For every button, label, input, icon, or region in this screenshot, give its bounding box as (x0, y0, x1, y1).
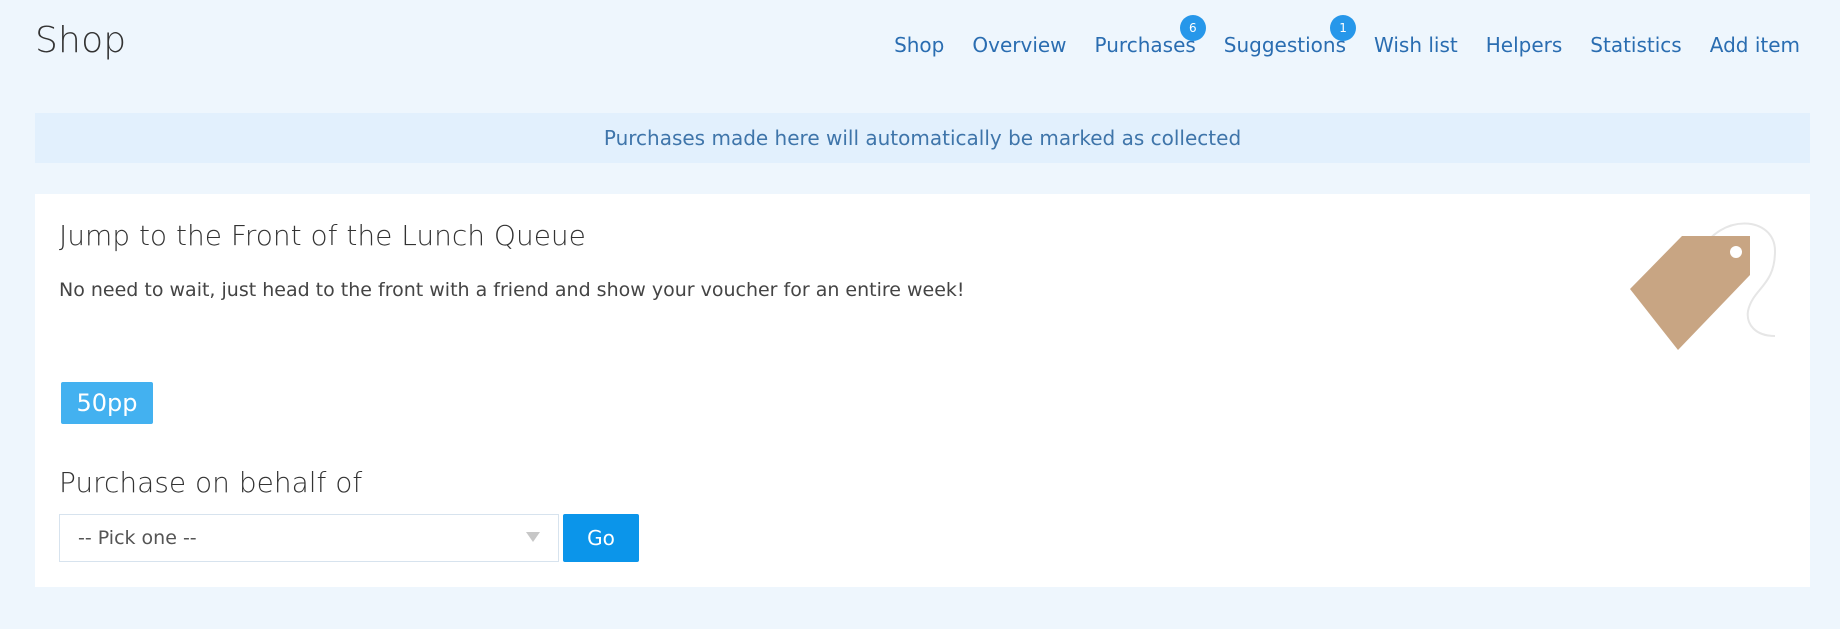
top-bar: Shop Shop Overview Purchases 6 Suggestio… (0, 0, 1840, 92)
nav-suggestions-label: Suggestions (1223, 33, 1347, 57)
recipient-select[interactable]: -- Pick one -- (59, 514, 559, 562)
purchases-count-badge: 6 (1179, 15, 1206, 41)
item-title: Jump to the Front of the Lunch Queue (59, 219, 586, 252)
go-button[interactable]: Go (563, 514, 639, 562)
main-nav: Shop Overview Purchases 6 Suggestions 1 … (894, 15, 1800, 57)
nav-wish-list[interactable]: Wish list (1374, 33, 1458, 57)
price-badge: 50pp (61, 382, 153, 424)
nav-add-item-label: Add item (1709, 33, 1800, 57)
recipient-select-value: -- Pick one -- (78, 527, 197, 549)
nav-purchases[interactable]: Purchases 6 (1094, 15, 1206, 57)
app-title: Shop (35, 20, 127, 61)
suggestions-count-badge: 1 (1330, 15, 1357, 41)
nav-statistics[interactable]: Statistics (1590, 33, 1681, 57)
nav-suggestions[interactable]: Suggestions 1 (1223, 15, 1357, 57)
tag-icon (1630, 222, 1777, 350)
item-description: No need to wait, just head to the front … (59, 279, 965, 301)
nav-wish-list-label: Wish list (1374, 33, 1458, 57)
chevron-down-icon (526, 532, 540, 542)
nav-add-item[interactable]: Add item (1710, 33, 1800, 57)
nav-helpers-label: Helpers (1485, 33, 1563, 57)
nav-overview-label: Overview (972, 33, 1067, 57)
nav-purchases-label: Purchases (1094, 33, 1196, 57)
collection-notice: Purchases made here will automatically b… (35, 113, 1810, 163)
purchase-on-behalf-title: Purchase on behalf of (59, 466, 363, 499)
shop-item-card: Jump to the Front of the Lunch Queue No … (35, 194, 1810, 587)
nav-shop-label: Shop (894, 33, 945, 57)
nav-helpers[interactable]: Helpers (1486, 33, 1563, 57)
nav-shop[interactable]: Shop (894, 33, 944, 57)
nav-overview[interactable]: Overview (972, 33, 1066, 57)
nav-statistics-label: Statistics (1590, 33, 1682, 57)
